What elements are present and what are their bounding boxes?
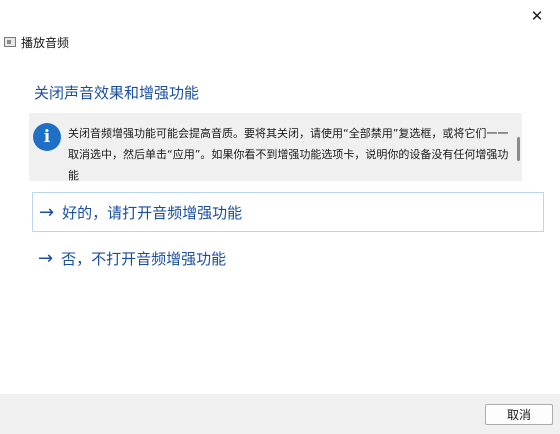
option-label: 好的，请打开音频增强功能 bbox=[62, 203, 243, 222]
close-button[interactable]: ✕ bbox=[514, 0, 560, 32]
enable-enhancements-option[interactable]: → 好的，请打开音频增强功能 bbox=[32, 192, 544, 232]
close-icon: ✕ bbox=[530, 7, 544, 25]
footer-bar bbox=[0, 394, 560, 434]
title-bar: 播放音频 bbox=[4, 33, 69, 51]
disable-enhancements-option[interactable]: → 否，不打开音频增强功能 bbox=[32, 238, 544, 278]
page-heading: 关闭声音效果和增强功能 bbox=[34, 84, 200, 102]
arrow-right-icon: → bbox=[39, 201, 55, 223]
dialog-window: ✕ 播放音频 关闭声音效果和增强功能 i 关闭音频增强功能可能会提高音质。要将其… bbox=[0, 0, 560, 434]
speaker-app-icon bbox=[4, 37, 16, 47]
cancel-button[interactable]: 取消 bbox=[485, 404, 553, 425]
option-label: 否，不打开音频增强功能 bbox=[61, 249, 227, 268]
info-icon: i bbox=[33, 123, 61, 151]
info-text: 关闭音频增强功能可能会提高音质。要将其关闭，请使用“全部禁用”复选框，或将它们一… bbox=[68, 127, 509, 181]
info-panel: i 关闭音频增强功能可能会提高音质。要将其关闭，请使用“全部禁用”复选框，或将它… bbox=[29, 113, 522, 181]
window-title: 播放音频 bbox=[21, 35, 70, 50]
arrow-right-icon: → bbox=[38, 247, 54, 269]
info-scrollbar[interactable] bbox=[517, 137, 520, 161]
